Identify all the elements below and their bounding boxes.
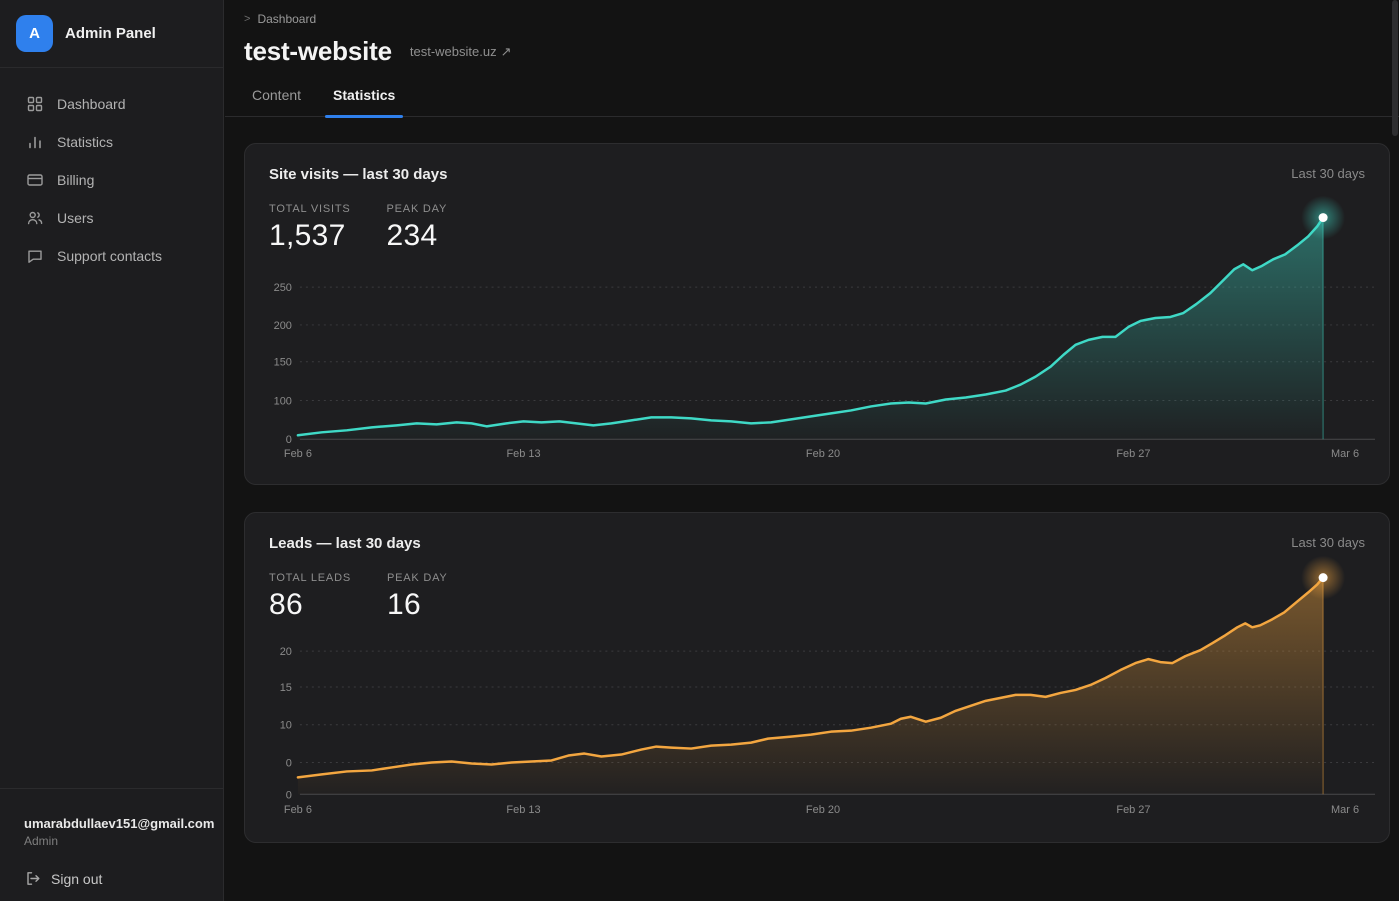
svg-text:0: 0 (286, 757, 292, 769)
svg-text:Feb 20: Feb 20 (806, 448, 840, 460)
svg-text:Feb 6: Feb 6 (284, 804, 312, 816)
svg-text:100: 100 (274, 395, 292, 407)
breadcrumb: > Dashboard (225, 0, 1399, 26)
tab-statistics[interactable]: Statistics (325, 87, 403, 117)
stat-value: 16 (387, 588, 448, 622)
stat-label: TOTAL VISITS (269, 203, 351, 215)
svg-text:Feb 6: Feb 6 (284, 448, 312, 460)
svg-text:Mar 6: Mar 6 (1331, 448, 1359, 460)
chat-icon (26, 247, 44, 265)
credit-card-icon (26, 171, 44, 189)
svg-text:0: 0 (286, 434, 292, 446)
sidebar-item-label: Dashboard (57, 96, 126, 112)
site-domain-link[interactable]: test-website.uz ↗ (410, 44, 512, 60)
sidebar: A Admin Panel Dashboard Statistics (0, 0, 224, 901)
card-title: Leads — last 30 days (269, 535, 421, 552)
svg-text:Feb 13: Feb 13 (506, 448, 540, 460)
sidebar-item-label: Billing (57, 172, 94, 188)
svg-text:Mar 6: Mar 6 (1331, 804, 1359, 816)
scrollbar-thumb[interactable] (1392, 0, 1398, 136)
svg-text:200: 200 (274, 320, 292, 332)
tab-content[interactable]: Content (244, 87, 309, 117)
main-area: > Dashboard test-website test-website.uz… (225, 0, 1399, 901)
sidebar-nav: Dashboard Statistics Billing (0, 68, 223, 275)
sign-out-button[interactable]: Sign out (24, 870, 199, 887)
user-email: umarabdullaev151@gmail.com (24, 816, 199, 831)
svg-text:20: 20 (280, 646, 292, 658)
stat-label: PEAK DAY (387, 203, 448, 215)
svg-text:15: 15 (280, 682, 292, 694)
sidebar-item-billing[interactable]: Billing (0, 161, 223, 199)
tab-bar: Content Statistics (244, 87, 1399, 117)
svg-text:0: 0 (286, 789, 292, 801)
stat-label: TOTAL LEADS (269, 572, 351, 584)
active-tab-underline (325, 115, 403, 118)
site-domain-label: test-website.uz (410, 44, 497, 59)
external-link-icon: ↗ (501, 44, 512, 60)
svg-text:150: 150 (274, 357, 292, 369)
chevron-right-icon: > (244, 13, 250, 25)
sidebar-item-label: Statistics (57, 134, 113, 150)
svg-text:Feb 27: Feb 27 (1116, 804, 1150, 816)
brand-logo: A (16, 15, 53, 52)
stat-total-leads: TOTAL LEADS 86 (269, 572, 351, 622)
user-role: Admin (24, 834, 199, 848)
grid-icon (26, 95, 44, 113)
breadcrumb-item-dashboard[interactable]: Dashboard (257, 12, 316, 26)
sign-out-label: Sign out (51, 871, 102, 887)
tab-statistics-label: Statistics (333, 87, 395, 103)
content: 2502001501000Feb 6Feb 13Feb 20Feb 27Mar … (225, 117, 1399, 843)
stat-value: 1,537 (269, 219, 351, 253)
brand-name: Admin Panel (65, 25, 156, 42)
svg-text:250: 250 (274, 282, 292, 294)
sidebar-item-users[interactable]: Users (0, 199, 223, 237)
page-title: test-website (244, 36, 392, 67)
svg-text:Feb 27: Feb 27 (1116, 448, 1150, 460)
brand: A Admin Panel (0, 0, 223, 68)
bar-chart-icon (26, 133, 44, 151)
sign-out-icon (24, 870, 41, 887)
stat-peak-day: PEAK DAY 234 (387, 203, 448, 253)
svg-text:10: 10 (280, 720, 292, 732)
sidebar-item-label: Users (57, 210, 94, 226)
sidebar-item-label: Support contacts (57, 248, 162, 264)
users-icon (26, 209, 44, 227)
stat-value: 86 (269, 588, 351, 622)
svg-text:Feb 13: Feb 13 (506, 804, 540, 816)
sidebar-item-statistics[interactable]: Statistics (0, 123, 223, 161)
sidebar-item-support-contacts[interactable]: Support contacts (0, 237, 223, 275)
stat-total-visits: TOTAL VISITS 1,537 (269, 203, 351, 253)
sidebar-item-dashboard[interactable]: Dashboard (0, 85, 223, 123)
leads-card: 20 15 10 0 0 Feb 6 Feb 13 Feb 20 Feb 27 Mar 6 Lea… (244, 512, 1390, 843)
title-row: test-website test-website.uz ↗ (225, 26, 1399, 67)
stat-peak-day: PEAK DAY 16 (387, 572, 448, 622)
stat-label: PEAK DAY (387, 572, 448, 584)
sidebar-footer: umarabdullaev151@gmail.com Admin Sign ou… (0, 788, 223, 901)
card-title: Site visits — last 30 days (269, 166, 447, 183)
range-badge: Last 30 days (1291, 535, 1365, 550)
range-badge: Last 30 days (1291, 166, 1365, 181)
site-visits-card: 250 200 150 100 0 Feb 6 Feb 13 Feb 20 Feb 27 Mar … (244, 143, 1390, 485)
svg-text:Feb 20: Feb 20 (806, 804, 840, 816)
stat-value: 234 (387, 219, 448, 253)
brand-initial: A (29, 25, 40, 42)
